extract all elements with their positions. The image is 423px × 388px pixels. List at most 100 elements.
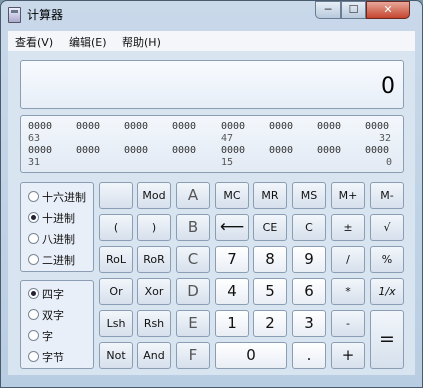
radio-dot bbox=[28, 309, 39, 320]
word-size-group: 四字 双字 字 字节 bbox=[20, 280, 94, 369]
radio-oct[interactable]: 八进制 bbox=[28, 231, 75, 247]
digit-5-key[interactable]: 5 bbox=[253, 278, 287, 305]
bit-group: 0000 bbox=[28, 145, 53, 156]
radio-label: 十进制 bbox=[42, 212, 75, 225]
bit-group: 0000 bbox=[172, 121, 197, 132]
minimize-button[interactable]: ─ bbox=[315, 1, 341, 19]
display-value: 0 bbox=[381, 74, 395, 99]
mod-key[interactable]: Mod bbox=[137, 182, 171, 209]
not-key[interactable]: Not bbox=[99, 342, 133, 369]
plus-key[interactable]: + bbox=[331, 342, 365, 369]
bit-group: 0000 bbox=[76, 145, 101, 156]
clear-key[interactable]: C bbox=[292, 214, 326, 241]
window-title: 计算器 bbox=[27, 8, 64, 22]
rotate-left-key[interactable]: RoL bbox=[99, 246, 133, 273]
hex-e-key[interactable]: E bbox=[176, 310, 210, 337]
digit-1-key[interactable]: 1 bbox=[215, 310, 249, 337]
bit-group: 0000 bbox=[269, 145, 294, 156]
percent-key[interactable]: % bbox=[370, 246, 404, 273]
digit-7-key[interactable]: 7 bbox=[215, 246, 249, 273]
digit-4-key[interactable]: 4 bbox=[215, 278, 249, 305]
clear-entry-key[interactable]: CE bbox=[253, 214, 287, 241]
memory-store-key[interactable]: MS bbox=[292, 182, 326, 209]
plus-minus-key[interactable]: ± bbox=[331, 214, 365, 241]
bit-group: 0000 bbox=[221, 121, 246, 132]
backspace-key[interactable]: ⟵ bbox=[215, 214, 249, 241]
xor-key[interactable]: Xor bbox=[137, 278, 171, 305]
digit-6-key[interactable]: 6 bbox=[292, 278, 326, 305]
hex-d-key[interactable]: D bbox=[176, 278, 210, 305]
hex-a-key[interactable]: A bbox=[176, 182, 210, 209]
left-shift-key[interactable]: Lsh bbox=[99, 310, 133, 337]
decimal-key[interactable]: . bbox=[292, 342, 326, 369]
divide-key[interactable]: / bbox=[331, 246, 365, 273]
radio-label: 二进制 bbox=[42, 254, 75, 267]
radio-bin[interactable]: 二进制 bbox=[28, 252, 75, 268]
radio-hex[interactable]: 十六进制 bbox=[28, 189, 86, 205]
bit-index-row-upper: 63 47 32 bbox=[28, 133, 396, 145]
right-shift-key[interactable]: Rsh bbox=[137, 310, 171, 337]
radio-dot-selected bbox=[28, 288, 39, 299]
radio-label: 四字 bbox=[42, 288, 64, 301]
bit-display: 0000 0000 0000 0000 0000 0000 0000 0000 … bbox=[20, 115, 404, 173]
and-key[interactable]: And bbox=[137, 342, 171, 369]
bit-group: 0000 bbox=[269, 121, 294, 132]
radio-label: 字节 bbox=[42, 351, 64, 364]
hex-f-key[interactable]: F bbox=[176, 342, 210, 369]
radio-label: 八进制 bbox=[42, 233, 75, 246]
bit-index: 15 bbox=[221, 157, 234, 168]
memory-clear-key[interactable]: MC bbox=[215, 182, 249, 209]
title-bar[interactable]: 计算器 ─ ☐ ✕ bbox=[1, 1, 422, 27]
bit-group: 0000 bbox=[365, 145, 390, 156]
bit-group: 0000 bbox=[221, 145, 246, 156]
number-base-group: 十六进制 十进制 八进制 二进制 bbox=[20, 182, 94, 272]
minus-key[interactable]: - bbox=[331, 310, 365, 337]
blank-key[interactable] bbox=[99, 182, 133, 209]
bit-group: 0000 bbox=[365, 121, 390, 132]
bit-group: 0000 bbox=[317, 145, 342, 156]
bit-row-upper: 0000 0000 0000 0000 0000 0000 0000 0000 bbox=[28, 121, 396, 133]
bit-group: 0000 bbox=[28, 121, 53, 132]
digit-9-key[interactable]: 9 bbox=[292, 246, 326, 273]
memory-subtract-key[interactable]: M- bbox=[370, 182, 404, 209]
radio-dot bbox=[28, 330, 39, 341]
radio-dot bbox=[28, 191, 39, 202]
digit-2-key[interactable]: 2 bbox=[253, 310, 287, 337]
close-button[interactable]: ✕ bbox=[366, 1, 410, 19]
hex-c-key[interactable]: C bbox=[176, 246, 210, 273]
digit-0-key[interactable]: 0 bbox=[215, 342, 287, 369]
reciprocal-key[interactable]: 1/x bbox=[370, 278, 404, 305]
radio-label: 字 bbox=[42, 330, 53, 343]
menu-edit[interactable]: 编辑(E) bbox=[69, 34, 107, 50]
calculator-window: 计算器 ─ ☐ ✕ 查看(V) 编辑(E) 帮助(H) 0 0000 0000 … bbox=[0, 0, 423, 388]
sqrt-key[interactable]: √ bbox=[370, 214, 404, 241]
hex-b-key[interactable]: B bbox=[176, 214, 210, 241]
radio-dword[interactable]: 双字 bbox=[28, 307, 64, 323]
maximize-button[interactable]: ☐ bbox=[341, 1, 366, 19]
bit-group: 0000 bbox=[124, 145, 149, 156]
memory-add-key[interactable]: M+ bbox=[331, 182, 365, 209]
result-display: 0 bbox=[20, 60, 404, 109]
bit-group: 0000 bbox=[317, 121, 342, 132]
right-paren-key[interactable]: ) bbox=[137, 214, 171, 241]
bit-group: 0000 bbox=[124, 121, 149, 132]
menu-view[interactable]: 查看(V) bbox=[15, 34, 53, 50]
bit-index-row-lower: 31 15 0 bbox=[28, 157, 396, 169]
menu-help[interactable]: 帮助(H) bbox=[122, 34, 161, 50]
multiply-key[interactable]: * bbox=[331, 278, 365, 305]
bit-index: 31 bbox=[28, 157, 41, 168]
rotate-right-key[interactable]: RoR bbox=[137, 246, 171, 273]
digit-8-key[interactable]: 8 bbox=[253, 246, 287, 273]
or-key[interactable]: Or bbox=[99, 278, 133, 305]
bit-row-lower: 0000 0000 0000 0000 0000 0000 0000 0000 bbox=[28, 145, 396, 157]
digit-3-key[interactable]: 3 bbox=[292, 310, 326, 337]
radio-word[interactable]: 字 bbox=[28, 328, 53, 344]
equals-key[interactable]: = bbox=[370, 310, 404, 369]
radio-dot bbox=[28, 233, 39, 244]
bit-group: 0000 bbox=[76, 121, 101, 132]
radio-byte[interactable]: 字节 bbox=[28, 349, 64, 365]
left-paren-key[interactable]: ( bbox=[99, 214, 133, 241]
radio-dec[interactable]: 十进制 bbox=[28, 210, 75, 226]
radio-qword[interactable]: 四字 bbox=[28, 286, 64, 302]
memory-recall-key[interactable]: MR bbox=[253, 182, 287, 209]
